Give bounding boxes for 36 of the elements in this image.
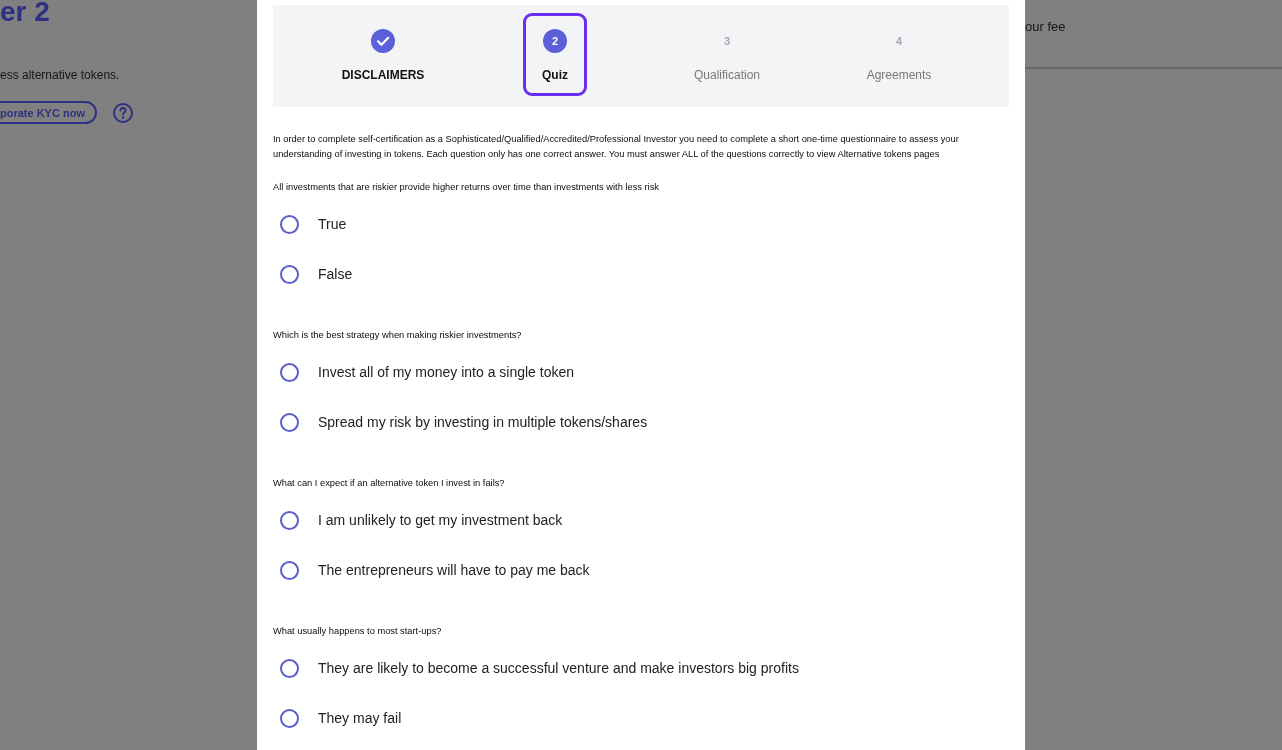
- radio-button[interactable]: [280, 658, 299, 678]
- radio-button[interactable]: [280, 264, 299, 284]
- option-label[interactable]: I am unlikely to get my investment back: [318, 511, 563, 529]
- step-number: 4: [894, 34, 904, 49]
- question-text: All investments that are riskier provide higher returns over time than investments with less risk: [273, 181, 660, 194]
- option-label[interactable]: False: [318, 265, 353, 283]
- question-text: Which is the best strategy when making riskier investments?: [273, 329, 523, 342]
- question-text: What usually happens to most start-ups?: [273, 625, 443, 638]
- option-label[interactable]: They are likely to become a successful venture and make investors big profits: [318, 659, 799, 677]
- stepper-step[interactable]: 2 Quiz: [523, 13, 587, 96]
- stepper-step[interactable]: 3 Qualification: [674, 13, 779, 96]
- page-description: ess alternative tokens.: [0, 68, 120, 82]
- option-label[interactable]: They may fail: [318, 709, 402, 727]
- question-text: What can I expect if an alternative token I invest in fails?: [273, 477, 506, 490]
- page-heading: er 2: [0, 0, 50, 24]
- step-number: 3: [722, 34, 732, 49]
- radio-button[interactable]: [280, 412, 299, 432]
- stepper-step[interactable]: 4 Agreements: [847, 13, 951, 96]
- option-label[interactable]: Spread my risk by investing in multiple tokens/shares: [318, 413, 648, 431]
- step-label: Qualification: [693, 68, 760, 82]
- step-label: Agreements: [866, 68, 932, 82]
- option-label[interactable]: Invest all of my money into a single token: [318, 363, 575, 381]
- option-label[interactable]: True: [318, 215, 347, 233]
- fee-text: our fee: [1025, 19, 1066, 34]
- radio-button[interactable]: [280, 708, 299, 728]
- step-label: DISCLAIMERS: [341, 68, 425, 82]
- radio-button[interactable]: [280, 510, 299, 530]
- step-number: 2: [543, 29, 567, 53]
- step-label: Quiz: [542, 68, 568, 82]
- radio-button[interactable]: [280, 214, 299, 234]
- option-label[interactable]: The entrepreneurs will have to pay me back: [318, 561, 590, 579]
- radio-button[interactable]: [280, 362, 299, 382]
- quiz-intro: In order to complete self-certification as a Sophisticated/Qualified/Accredited/Professional Investor you need to complete a short one-time questionnaire to assess your understanding of investing in tokens. Each question only has one correct answer. You must answer ALL of the questions correctly to view Alternative tokens pages: [273, 133, 960, 161]
- radio-button[interactable]: [280, 560, 299, 580]
- help-icon[interactable]: [112, 102, 133, 123]
- stepper-step[interactable]: DISCLAIMERS: [322, 13, 444, 96]
